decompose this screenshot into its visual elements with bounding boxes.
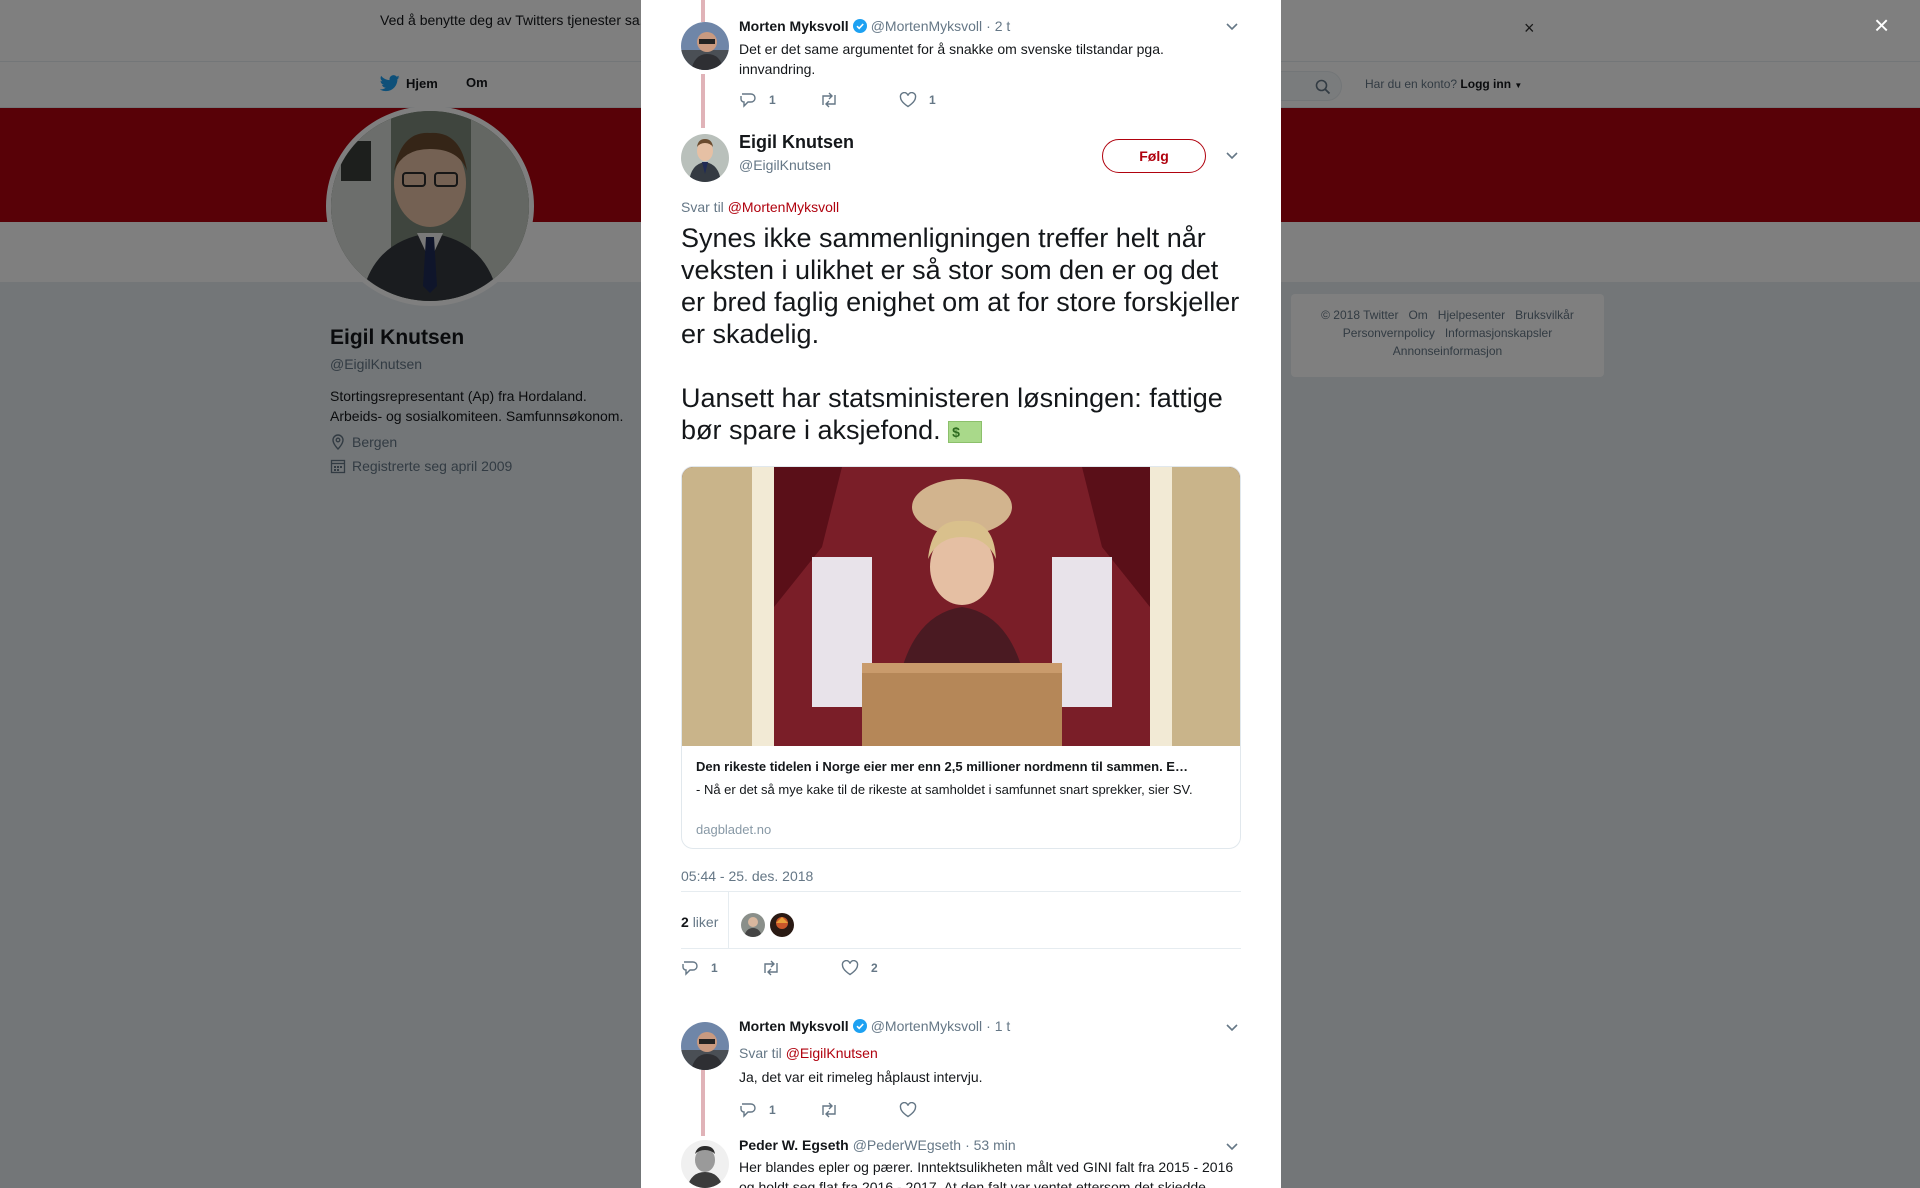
retweet-icon xyxy=(764,960,778,976)
author-name[interactable]: Eigil Knutsen xyxy=(739,132,854,153)
reply-count: 1 xyxy=(711,961,718,975)
likes-summary[interactable]: 2 liker xyxy=(681,914,718,930)
tweet-actions: 1 xyxy=(739,1102,979,1118)
card-description: - Nå er det så mye kake til de rikeste a… xyxy=(696,782,1193,797)
chevron-down-icon[interactable] xyxy=(1225,1023,1239,1033)
tweet-time[interactable]: · 2 t xyxy=(986,18,1010,34)
author-name[interactable]: Peder W. Egseth xyxy=(739,1137,849,1153)
likes-label: liker xyxy=(692,914,719,930)
close-icon[interactable]: × xyxy=(1874,12,1889,38)
retweet-button[interactable] xyxy=(819,1102,899,1118)
tweet-header: Peder W. Egseth @PederWEgseth · 53 min xyxy=(739,1137,1016,1153)
author-name[interactable]: Morten Myksvoll xyxy=(739,18,849,34)
author-name[interactable]: Morten Myksvoll xyxy=(739,1018,849,1034)
author-handle[interactable]: @MortenMyksvoll xyxy=(871,1018,982,1034)
verified-badge-icon xyxy=(852,19,867,33)
tweet-paragraph: Synes ikke sammenligningen treffer helt … xyxy=(681,223,1240,349)
like-button[interactable] xyxy=(899,1102,979,1118)
tweet-modal: Morten Myksvoll @MortenMyksvoll · 2 t De… xyxy=(641,0,1281,1188)
like-count: 1 xyxy=(929,93,936,107)
heart-icon xyxy=(899,1102,917,1118)
card-title: Den rikeste tidelen i Norge eier mer enn… xyxy=(696,759,1188,774)
tweet-time[interactable]: · 53 min xyxy=(965,1137,1016,1153)
reply-icon xyxy=(740,1103,756,1118)
heart-icon xyxy=(841,960,859,976)
follow-button[interactable]: Følg xyxy=(1102,139,1206,173)
divider xyxy=(728,892,729,949)
tweet-time[interactable]: · 1 t xyxy=(986,1018,1010,1034)
reply-icon xyxy=(740,93,756,108)
author-handle[interactable]: @PederWEgseth xyxy=(853,1137,961,1153)
tweet-text: Her blandes epler og pærer. Inntektsulik… xyxy=(739,1159,1234,1188)
reply-count: 1 xyxy=(769,93,776,107)
avatar[interactable] xyxy=(681,1140,729,1188)
reply-context: Svar til @MortenMyksvoll xyxy=(681,199,839,215)
like-count: 2 xyxy=(871,961,878,975)
main-tweet-text: Synes ikke sammenligningen treffer helt … xyxy=(681,222,1241,446)
tweet-header: Morten Myksvoll @MortenMyksvoll · 1 t xyxy=(739,1018,1010,1034)
thread-line xyxy=(701,1070,705,1136)
avatar[interactable] xyxy=(681,1022,729,1070)
heart-icon xyxy=(899,92,917,108)
thread-line xyxy=(701,74,705,128)
retweet-icon xyxy=(822,92,836,108)
reply-count: 1 xyxy=(769,1103,776,1117)
thread-line xyxy=(701,0,705,22)
like-button[interactable]: 2 xyxy=(841,960,921,976)
avatar[interactable] xyxy=(681,134,729,182)
tweet-actions: 1 1 xyxy=(739,92,979,108)
card-image xyxy=(682,467,1240,746)
author-handle[interactable]: @MortenMyksvoll xyxy=(871,18,982,34)
author-handle[interactable]: @EigilKnutsen xyxy=(739,157,831,173)
tweet-text: Det er det same argumentet for å snakke … xyxy=(739,41,1164,77)
chevron-down-icon[interactable] xyxy=(1225,22,1239,32)
reply-to-link[interactable]: @MortenMyksvoll xyxy=(728,199,839,215)
card-domain: dagbladet.no xyxy=(696,822,772,837)
reply-button[interactable]: 1 xyxy=(681,960,761,976)
reply-prefix: Svar til xyxy=(681,199,724,215)
tweet-actions: 1 2 xyxy=(681,960,921,976)
liker-avatar[interactable] xyxy=(770,913,794,937)
like-button[interactable]: 1 xyxy=(899,92,979,108)
link-card[interactable]: Den rikeste tidelen i Norge eier mer enn… xyxy=(681,466,1241,849)
avatar[interactable] xyxy=(681,22,729,70)
verified-badge-icon xyxy=(852,1019,867,1033)
tweet-header: Morten Myksvoll @MortenMyksvoll · 2 t xyxy=(739,18,1010,34)
reply-prefix: Svar til xyxy=(739,1045,782,1061)
retweet-icon xyxy=(822,1102,836,1118)
reply-button[interactable]: 1 xyxy=(739,1102,819,1118)
chevron-down-icon[interactable] xyxy=(1225,151,1239,161)
likes-number: 2 xyxy=(681,914,689,930)
tweet-stats: 2 liker xyxy=(681,891,1241,949)
reply-icon xyxy=(682,961,698,976)
liker-avatar[interactable] xyxy=(741,913,765,937)
retweet-button[interactable] xyxy=(761,960,841,976)
money-emoji-icon: $ xyxy=(948,420,983,443)
tweet-timestamp[interactable]: 05:44 - 25. des. 2018 xyxy=(681,868,813,884)
reply-button[interactable]: 1 xyxy=(739,92,819,108)
reply-to-link[interactable]: @EigilKnutsen xyxy=(786,1045,878,1061)
reply-context: Svar til @EigilKnutsen xyxy=(739,1045,878,1061)
retweet-button[interactable] xyxy=(819,92,899,108)
tweet-text: Ja, det var eit rimeleg håplaust intervj… xyxy=(739,1069,983,1085)
chevron-down-icon[interactable] xyxy=(1225,1142,1239,1152)
